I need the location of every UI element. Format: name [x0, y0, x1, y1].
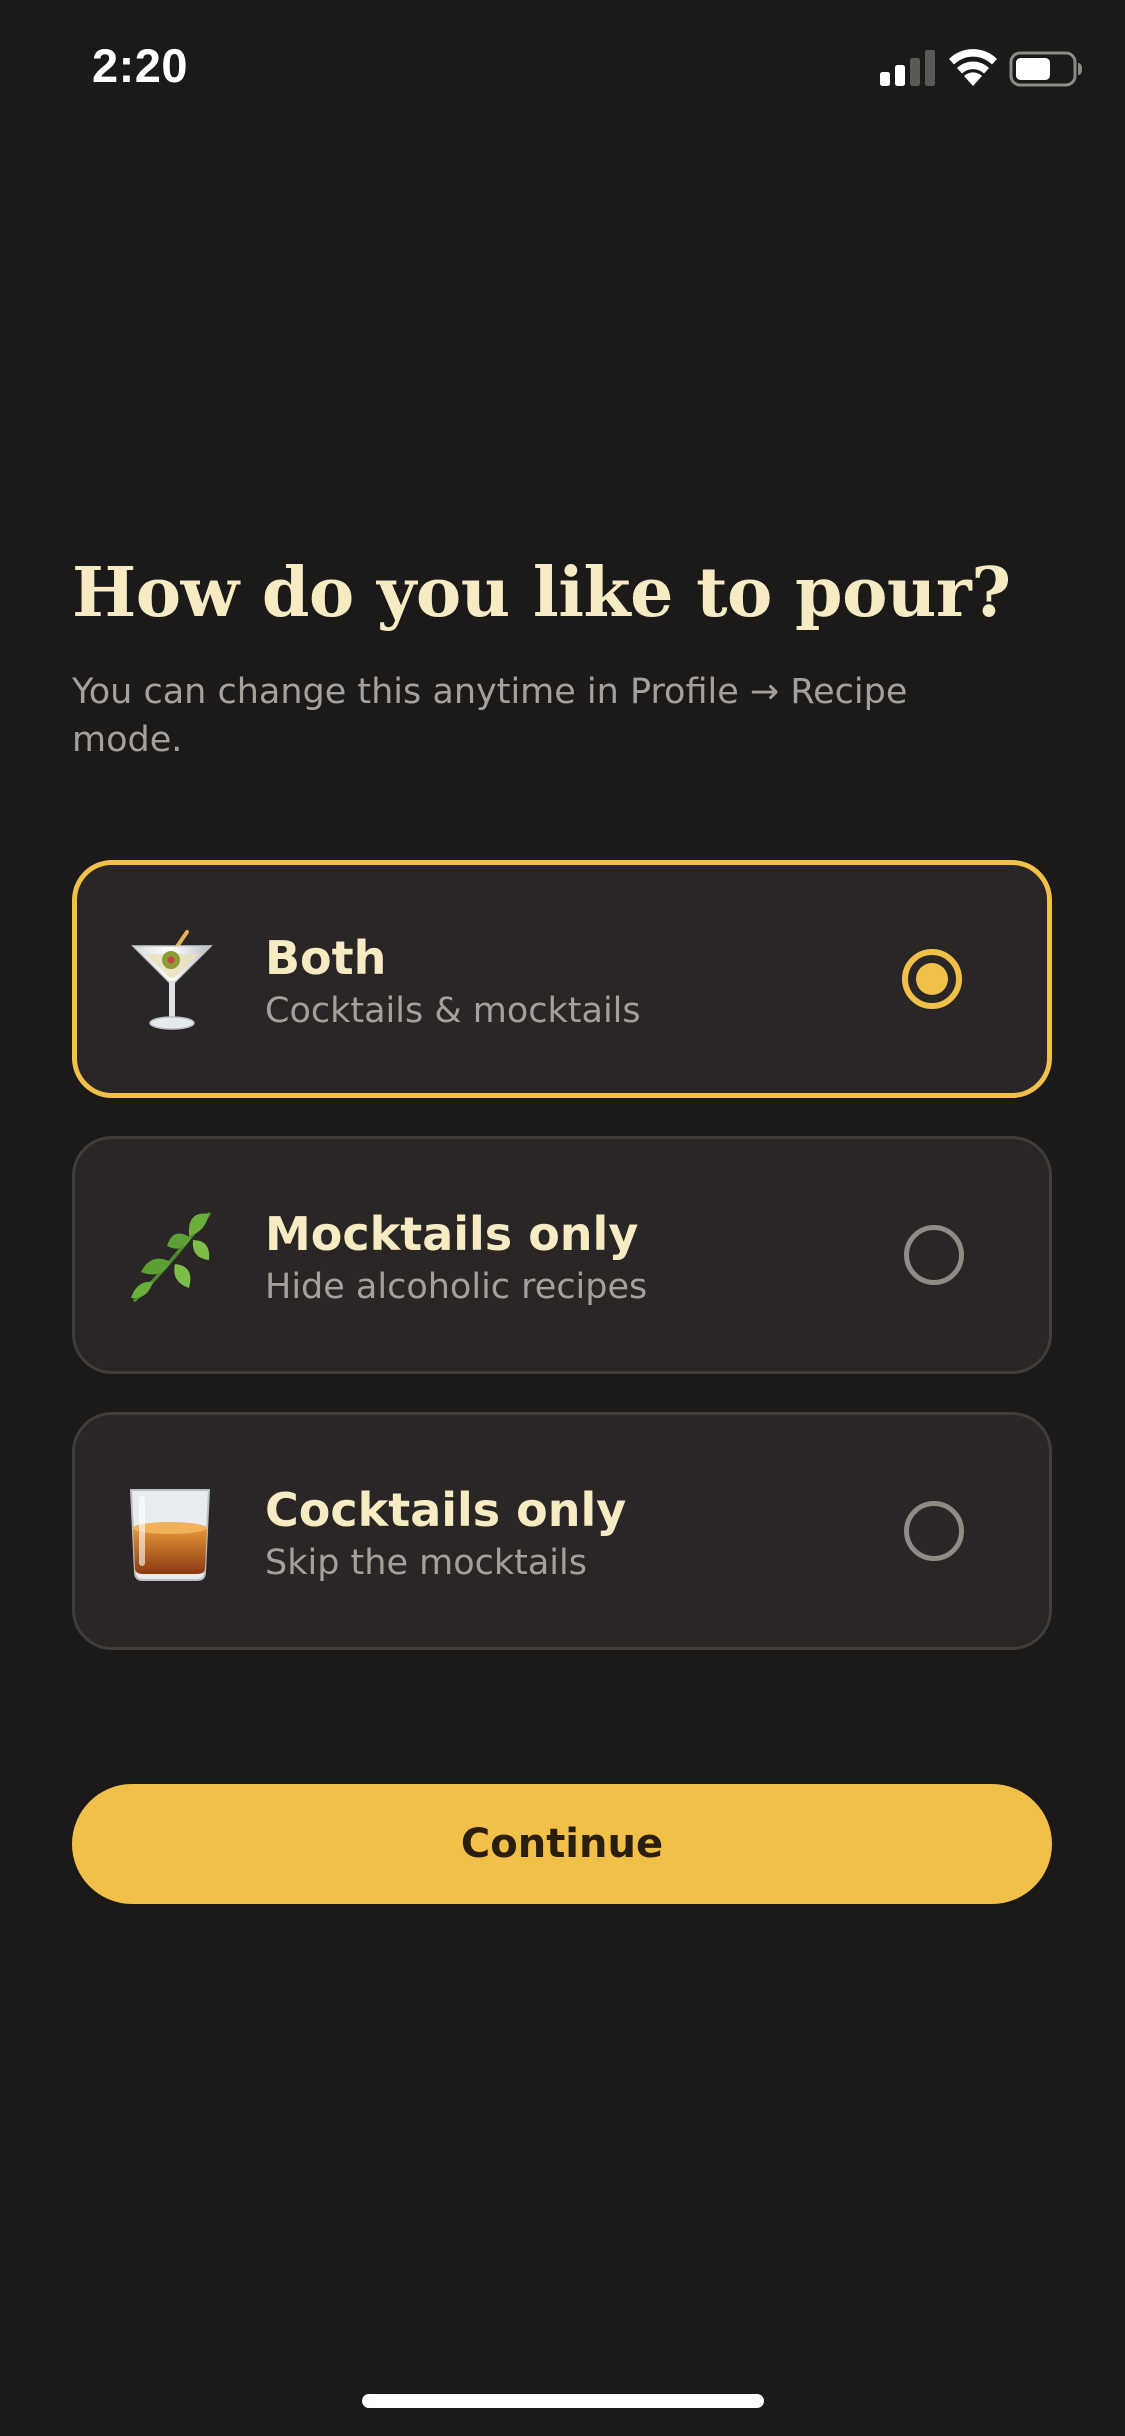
option-both[interactable]: Both Cocktails & mocktails: [72, 860, 1052, 1098]
cellular-signal-icon: [880, 50, 935, 86]
option-cocktails-title: Cocktails only: [265, 1483, 627, 1537]
wifi-icon: [949, 49, 997, 86]
option-cocktails-only[interactable]: Cocktails only Skip the mocktails: [72, 1412, 1052, 1650]
page-subtitle: You can change this anytime in Profile →…: [72, 672, 908, 760]
option-mocktails-radio[interactable]: [904, 1225, 964, 1285]
option-both-radio[interactable]: [902, 949, 962, 1009]
cocktail-glass-icon: [131, 930, 213, 1030]
option-mocktails-title: Mocktails only: [265, 1207, 639, 1261]
battery-icon: [1009, 51, 1082, 87]
continue-button[interactable]: Continue: [72, 1784, 1052, 1904]
option-both-description: Cocktails & mocktails: [265, 991, 641, 1031]
option-cocktails-radio[interactable]: [904, 1501, 964, 1561]
status-bar: 2:20: [0, 0, 1125, 140]
herb-leaf-icon: [131, 1212, 211, 1302]
option-mocktails-only[interactable]: Mocktails only Hide alcoholic recipes: [72, 1136, 1052, 1374]
tumbler-glass-icon: [129, 1489, 211, 1581]
page-title: How do you like to pour?: [72, 553, 1011, 633]
option-cocktails-description: Skip the mocktails: [265, 1543, 587, 1583]
home-indicator[interactable]: [362, 2394, 764, 2408]
option-mocktails-description: Hide alcoholic recipes: [265, 1267, 648, 1307]
status-time: 2:20: [92, 39, 189, 92]
option-both-title: Both: [265, 931, 387, 985]
